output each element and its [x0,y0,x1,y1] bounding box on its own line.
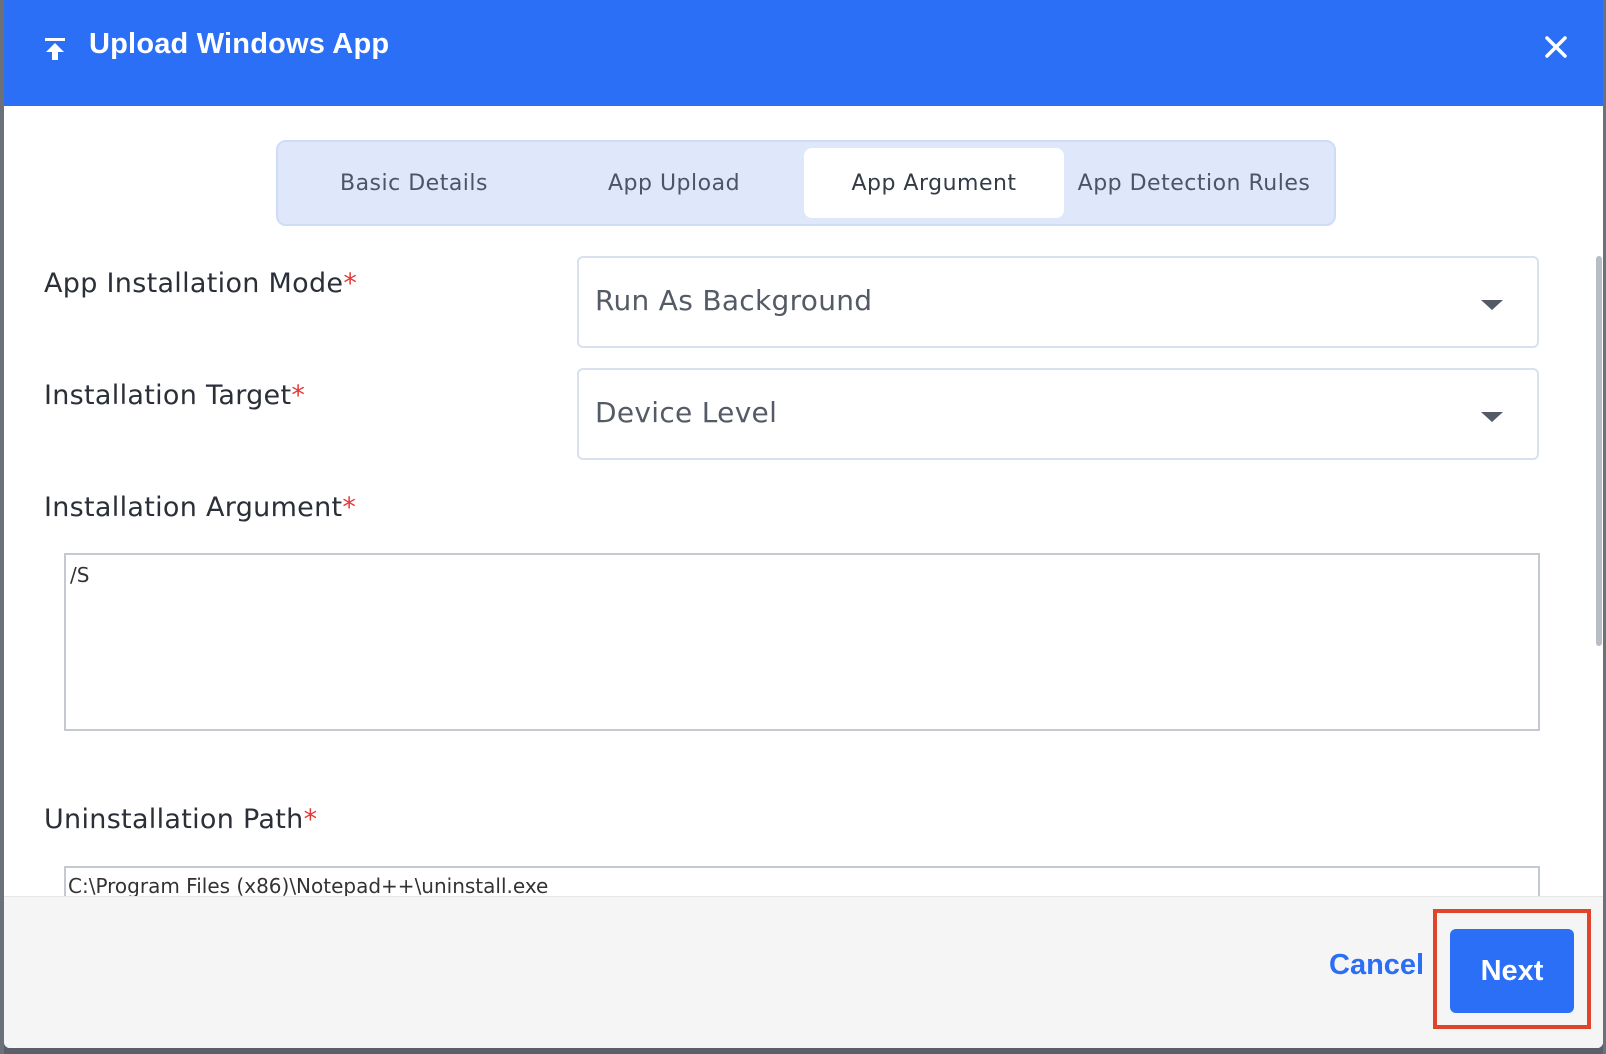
scrollbar-thumb[interactable] [1596,256,1602,646]
modal-title: Upload Windows App [89,28,390,60]
caret-down-icon [1481,412,1503,422]
required-marker: * [343,268,358,299]
install-target-label: Installation Target* [44,380,305,411]
close-icon[interactable] [1539,30,1573,64]
install-target-label-text: Installation Target [44,380,292,411]
install-target-value: Device Level [595,396,778,429]
install-mode-label-text: App Installation Mode [44,268,344,299]
install-argument-label: Installation Argument* [44,492,356,523]
uninstall-path-label-text: Uninstallation Path [44,804,304,835]
required-marker: * [303,804,318,835]
modal-footer: Cancel Next [4,896,1603,1048]
install-argument-label-text: Installation Argument [44,492,343,523]
next-button[interactable]: Next [1450,929,1574,1013]
tab-app-detection-rules[interactable]: App Detection Rules [1064,148,1324,218]
uninstall-path-label: Uninstallation Path* [44,804,317,835]
install-argument-textarea[interactable]: /S [64,553,1540,731]
upload-icon [42,36,68,62]
cancel-button[interactable]: Cancel [1329,949,1424,982]
wizard-tabs: Basic Details App Upload App Argument Ap… [276,140,1336,226]
install-target-select[interactable]: Device Level [577,368,1539,460]
required-marker: * [291,380,306,411]
install-mode-select[interactable]: Run As Background [577,256,1539,348]
required-marker: * [342,492,357,523]
install-mode-value: Run As Background [595,284,873,317]
install-mode-label: App Installation Mode* [44,268,357,299]
caret-down-icon [1481,300,1503,310]
modal-header: Upload Windows App [4,0,1603,106]
tab-app-upload[interactable]: App Upload [544,148,804,218]
tab-basic-details[interactable]: Basic Details [284,148,544,218]
tab-app-argument[interactable]: App Argument [804,148,1064,218]
upload-windows-app-modal: Upload Windows App Basic Details App Upl… [4,0,1603,1048]
